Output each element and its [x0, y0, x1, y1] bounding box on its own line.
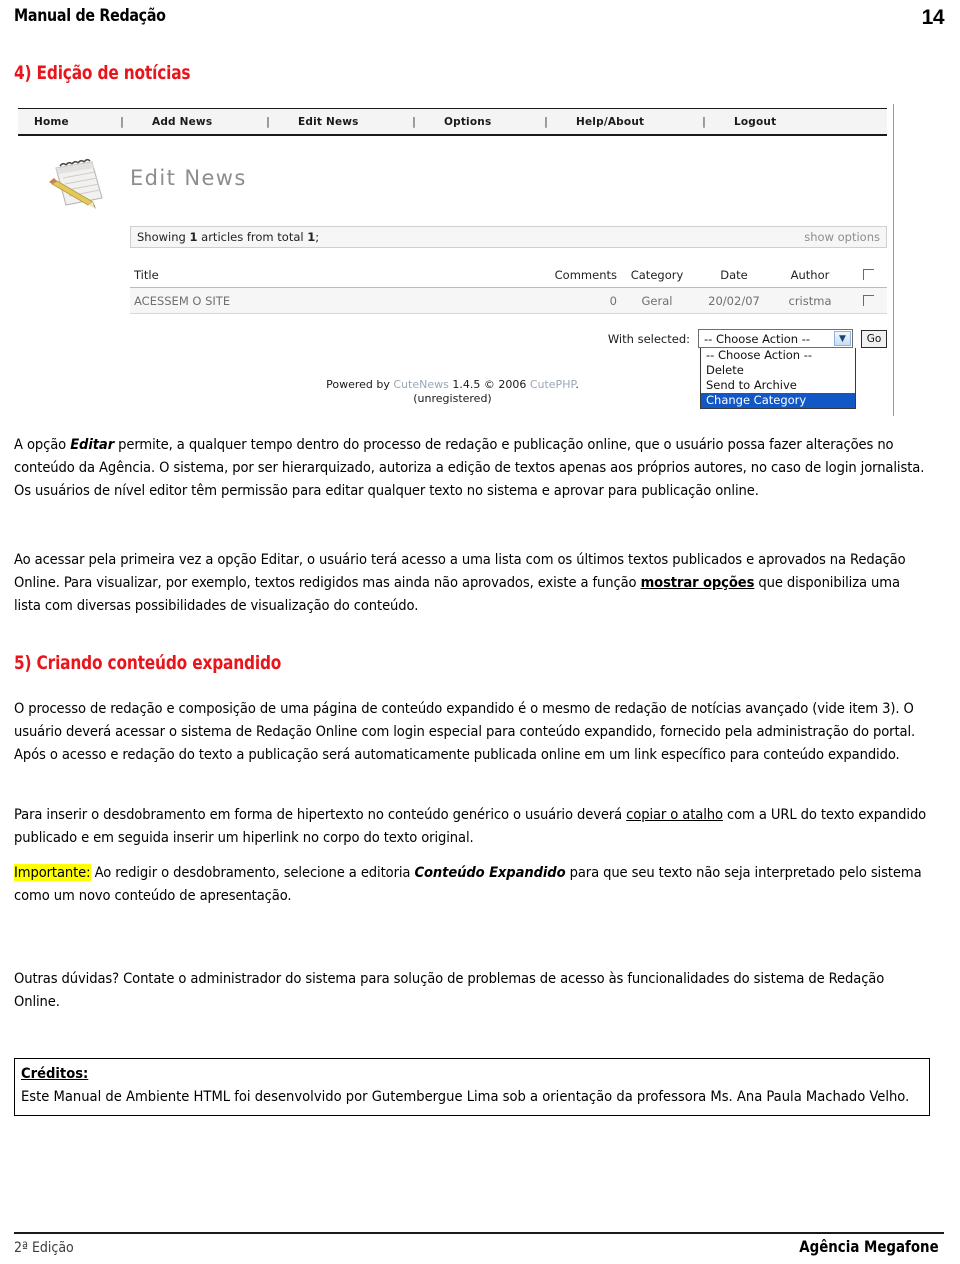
p5-part-a: Ao redigir o desdobramento, selecione a …	[90, 864, 415, 881]
page-footer: 2ª Edição Agência Megafone	[14, 1232, 944, 1256]
paragraph-importante: Importante: Ao redigir o desdobramento, …	[14, 862, 930, 908]
cell-comments: 0	[609, 293, 617, 308]
footer-organization: Agência Megafone	[799, 1237, 939, 1256]
showing-suffix: ;	[315, 230, 320, 244]
column-date: Date	[720, 267, 748, 282]
document-title: Manual de Redação	[14, 6, 166, 26]
paragraph-conteudo-expandido: O processo de redação e composição de um…	[14, 700, 916, 763]
choose-action-select[interactable]: -- Choose Action -- ▼	[698, 329, 853, 348]
cell-category: Geral	[641, 293, 673, 308]
row-checkbox[interactable]	[849, 295, 887, 306]
nav-separator: |	[544, 115, 548, 128]
paragraph-outras-duvidas: Outras dúvidas? Contate o administrador …	[14, 970, 885, 1010]
powered-by-prefix: Powered by	[326, 378, 394, 391]
showing-text: Showing 1 articles from total 1;	[137, 230, 319, 244]
cutephp-link[interactable]: CutePHP	[530, 378, 576, 391]
cell-title[interactable]: ACESSEM O SITE	[130, 294, 527, 308]
section-heading-5: 5) Criando conteúdo expandido	[14, 652, 282, 674]
panel-title: Edit News	[130, 166, 247, 190]
nav-item-edit-news[interactable]: Edit News	[298, 116, 384, 128]
bulk-action-bar: With selected: -- Choose Action -- ▼ Go	[130, 329, 887, 348]
column-comments: Comments	[554, 267, 617, 282]
cutenews-link[interactable]: CuteNews	[393, 378, 448, 391]
page-number: 14	[921, 6, 945, 29]
credits-box: Créditos: Este Manual de Ambiente HTML f…	[14, 1058, 930, 1116]
section-heading-4: 4) Edição de notícias	[14, 62, 191, 84]
nav-item-add-news[interactable]: Add News	[152, 116, 238, 128]
showing-prefix: Showing	[137, 230, 186, 244]
dropdown-option-send-to-archive[interactable]: Send to Archive	[701, 378, 855, 393]
paragraph-mostrar-opcoes: Ao acessar pela primeira vez a opção Edi…	[14, 549, 930, 617]
p1-part-a: A opção	[14, 436, 71, 453]
p1-part-b: permite, a qualquer tempo dentro do proc…	[14, 436, 925, 499]
dropdown-option-change-category[interactable]: Change Category	[701, 393, 855, 408]
importante-highlight: Importante:	[14, 864, 91, 881]
checkbox-icon	[862, 295, 874, 306]
footer-edition: 2ª Edição	[14, 1240, 74, 1256]
cutenews-navbar: Home | Add News | Edit News | Options | …	[18, 108, 887, 136]
credits-text: Este Manual de Ambiente HTML foi desenvo…	[21, 1087, 910, 1105]
nav-item-help-about[interactable]: Help/About	[576, 116, 674, 128]
credits-label: Créditos:	[21, 1065, 89, 1082]
page-header: Manual de Redação 14	[14, 6, 945, 32]
p2-strong-mostrar-opcoes: mostrar opções	[640, 573, 755, 591]
nav-item-home[interactable]: Home	[34, 116, 92, 128]
footer-period: .	[575, 378, 579, 391]
choose-action-dropdown-list[interactable]: -- Choose Action -- Delete Send to Archi…	[700, 348, 856, 409]
select-all-checkbox[interactable]	[849, 269, 887, 280]
nav-item-options[interactable]: Options	[444, 116, 516, 128]
showing-bar: Showing 1 articles from total 1; show op…	[130, 226, 887, 248]
cell-author: cristma	[788, 293, 832, 308]
dropdown-option-choose-action[interactable]: -- Choose Action --	[701, 348, 855, 363]
show-options-link[interactable]: show options	[804, 230, 880, 244]
chevron-down-icon[interactable]: ▼	[834, 331, 851, 346]
cell-date: 20/02/07	[708, 293, 760, 308]
nav-item-logout[interactable]: Logout	[734, 116, 776, 128]
articles-table: Title Comments Category Date Author ACES…	[130, 262, 887, 314]
nav-separator: |	[120, 115, 124, 128]
notepad-pencil-icon	[40, 154, 112, 216]
p5-emphasis-conteudo-expandido: Conteúdo Expandido	[414, 864, 566, 881]
cutenews-screenshot: Home | Add News | Edit News | Options | …	[18, 104, 894, 416]
nav-separator: |	[702, 115, 706, 128]
nav-separator: |	[266, 115, 270, 128]
paragraph-desdobramento: Para inserir o desdobramento em forma de…	[14, 804, 930, 850]
showing-count: 1	[189, 230, 198, 244]
paragraph-editar: A opção Editar permite, a qualquer tempo…	[14, 434, 930, 502]
showing-middle: articles from total	[201, 230, 304, 244]
checkbox-icon	[862, 269, 874, 280]
dropdown-option-delete[interactable]: Delete	[701, 363, 855, 378]
with-selected-label: With selected:	[607, 331, 690, 346]
p4-link-copiar-atalho[interactable]: copiar o atalho	[626, 806, 723, 823]
p4-part-a: Para inserir o desdobramento em forma de…	[14, 806, 627, 823]
p1-emphasis-editar: Editar	[70, 436, 115, 453]
nav-separator: |	[412, 115, 416, 128]
table-header-row: Title Comments Category Date Author	[130, 262, 887, 288]
go-button[interactable]: Go	[861, 329, 887, 348]
column-author: Author	[790, 267, 830, 282]
version-copyright: 1.4.5 © 2006	[448, 378, 530, 391]
table-row[interactable]: ACESSEM O SITE 0 Geral 20/02/07 cristma	[130, 288, 887, 314]
column-title: Title	[134, 267, 159, 282]
choose-action-value: -- Choose Action --	[704, 331, 811, 346]
column-category: Category	[630, 267, 684, 282]
